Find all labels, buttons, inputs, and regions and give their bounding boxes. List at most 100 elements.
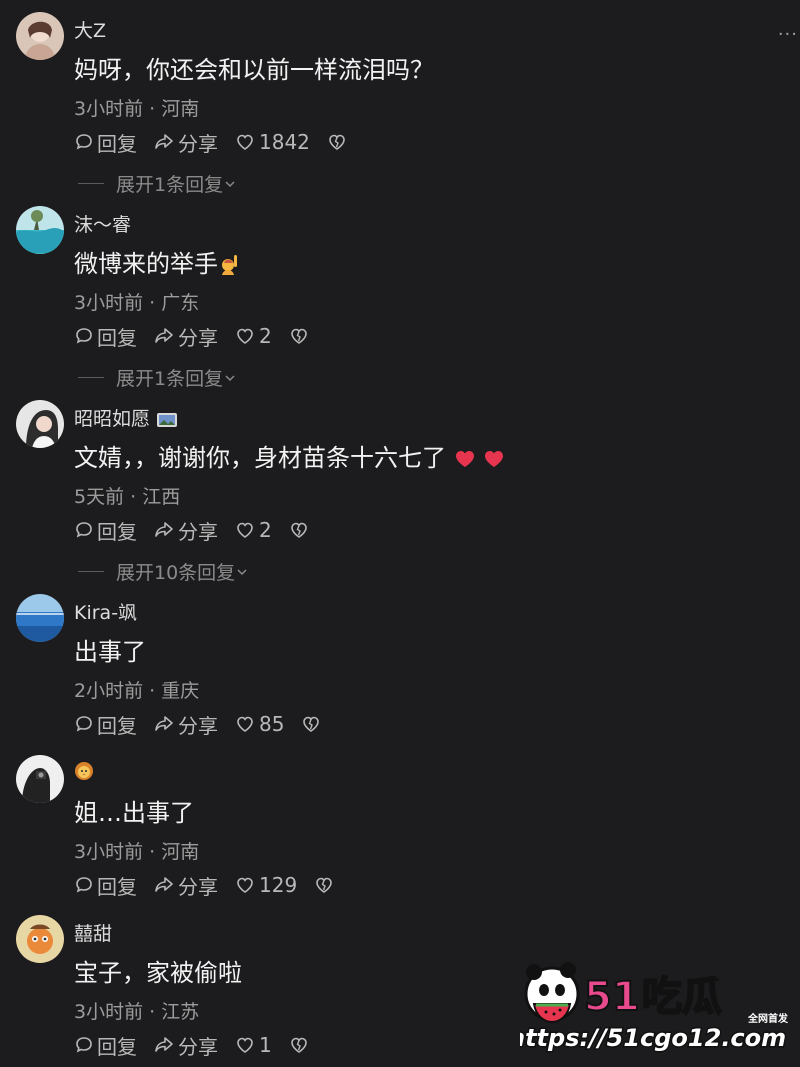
comment-text: 姐…出事了 bbox=[74, 799, 194, 827]
like-count: 2 bbox=[259, 518, 272, 542]
username[interactable]: Kira-飒 bbox=[74, 598, 137, 625]
heart-icon bbox=[237, 1037, 253, 1053]
avatar[interactable] bbox=[16, 400, 64, 448]
reply-button[interactable]: 回复 bbox=[74, 871, 137, 900]
divider-line bbox=[78, 571, 104, 572]
comment-meta: 3小时前 · 河南 bbox=[74, 98, 200, 120]
share-arrow-icon bbox=[155, 1037, 173, 1052]
dislike-button[interactable] bbox=[288, 520, 313, 540]
share-arrow-icon bbox=[155, 328, 173, 343]
watermark-brand: 吃瓜 bbox=[642, 974, 722, 1020]
dislike-button[interactable] bbox=[300, 714, 325, 734]
like-button[interactable]: 2 bbox=[234, 324, 272, 348]
share-label: 分享 bbox=[178, 1034, 218, 1059]
like-button[interactable]: 1 bbox=[234, 1033, 272, 1057]
comment-text: 妈呀，你还会和以前一样流泪吗？ bbox=[74, 56, 434, 84]
share-label: 分享 bbox=[178, 131, 218, 156]
like-button[interactable]: 129 bbox=[234, 873, 297, 897]
comment-actions: 回复 分享 1842 bbox=[74, 128, 367, 157]
share-label: 分享 bbox=[178, 325, 218, 350]
avatar[interactable] bbox=[16, 755, 64, 803]
comment-meta: 2小时前 · 重庆 bbox=[74, 680, 200, 702]
share-button[interactable]: 分享 bbox=[153, 516, 218, 545]
reply-label: 回复 bbox=[97, 713, 137, 738]
like-count: 1 bbox=[259, 1033, 272, 1057]
divider-line bbox=[78, 377, 104, 378]
comment-item: 昭昭如愿 文婧，，谢谢你，身材苗条十六七了 5天前 · 江西 回复 分享 2 展… bbox=[0, 400, 800, 590]
like-button[interactable]: 1842 bbox=[234, 130, 310, 154]
reply-label: 回复 bbox=[97, 325, 137, 350]
reply-bubble-icon bbox=[76, 877, 92, 893]
comment-meta: 5天前 · 江西 bbox=[74, 486, 181, 508]
username[interactable]: 大Z bbox=[74, 16, 106, 43]
raising-hand-emoji-icon bbox=[222, 255, 237, 275]
share-arrow-icon bbox=[155, 716, 173, 731]
username[interactable]: 沫～睿 bbox=[74, 210, 131, 237]
heart-icon bbox=[237, 134, 253, 150]
share-label: 分享 bbox=[178, 713, 218, 738]
reply-button[interactable]: 回复 bbox=[74, 128, 137, 157]
reply-bubble-icon bbox=[76, 1037, 92, 1053]
broken-heart-icon bbox=[290, 1037, 307, 1053]
broken-heart-icon bbox=[329, 134, 345, 150]
avatar[interactable] bbox=[16, 915, 64, 963]
expand-replies-button[interactable]: 展开1条回复 bbox=[78, 364, 237, 391]
expand-replies-button[interactable]: 展开10条回复 bbox=[78, 558, 249, 585]
share-label: 分享 bbox=[178, 874, 218, 899]
share-button[interactable]: 分享 bbox=[153, 128, 218, 157]
dislike-button[interactable] bbox=[288, 326, 313, 346]
reply-button[interactable]: 回复 bbox=[74, 1031, 137, 1060]
picture-emoji-icon bbox=[157, 412, 178, 427]
comment-actions: 回复 分享 85 bbox=[74, 710, 341, 739]
reply-bubble-icon bbox=[76, 134, 92, 150]
share-button[interactable]: 分享 bbox=[153, 322, 218, 351]
share-button[interactable]: 分享 bbox=[153, 710, 218, 739]
reply-label: 回复 bbox=[97, 1034, 137, 1059]
username[interactable] bbox=[74, 759, 94, 781]
reply-button[interactable]: 回复 bbox=[74, 710, 137, 739]
comment-item: Kira-飒 出事了 2小时前 · 重庆 回复 分享 85 bbox=[0, 594, 800, 744]
comment-item: 大Z 妈呀，你还会和以前一样流泪吗？ 3小时前 · 河南 回复 分享 1842 … bbox=[0, 12, 800, 202]
broken-heart-icon bbox=[290, 522, 307, 538]
expand-replies-button[interactable]: 展开1条回复 bbox=[78, 170, 237, 197]
expand-label: 展开10条回复 bbox=[116, 562, 236, 584]
comment-text: 微博来的举手 bbox=[74, 244, 240, 279]
comment-actions: 回复 分享 2 bbox=[74, 516, 329, 545]
username[interactable]: 囍甜 bbox=[74, 919, 112, 946]
comment-meta: 3小时前 · 江苏 bbox=[74, 1001, 200, 1023]
dislike-button[interactable] bbox=[326, 132, 351, 152]
share-label: 分享 bbox=[178, 519, 218, 544]
avatar[interactable] bbox=[16, 12, 64, 60]
comment-text: 宝子，家被偷啦 bbox=[74, 959, 242, 987]
username-text: 昭昭如愿 bbox=[74, 408, 151, 430]
watermark: 51 吃瓜 全网首发 https://51cgo12.com bbox=[507, 950, 800, 1063]
share-arrow-icon bbox=[155, 134, 173, 149]
reply-bubble-icon bbox=[76, 522, 92, 538]
reply-label: 回复 bbox=[97, 519, 137, 544]
dislike-button[interactable] bbox=[313, 875, 338, 895]
share-button[interactable]: 分享 bbox=[153, 1031, 218, 1060]
reply-button[interactable]: 回复 bbox=[74, 322, 137, 351]
divider-line bbox=[78, 183, 104, 184]
dislike-button[interactable] bbox=[288, 1035, 313, 1055]
heart-icon bbox=[237, 522, 253, 538]
heart-icon bbox=[237, 328, 253, 344]
comment-actions: 回复 分享 2 bbox=[74, 322, 329, 351]
reply-label: 回复 bbox=[97, 131, 137, 156]
heart-icon bbox=[237, 877, 253, 893]
broken-heart-icon bbox=[316, 877, 332, 893]
comment-text-content: 文婧，，谢谢你，身材苗条十六七了 bbox=[74, 444, 446, 472]
watermark-graphic: 51 吃瓜 全网首发 https://51cgo12.com bbox=[507, 962, 789, 1054]
avatar[interactable] bbox=[16, 594, 64, 642]
heart-icon bbox=[237, 716, 253, 732]
like-button[interactable]: 2 bbox=[234, 518, 272, 542]
panda-mascot-icon bbox=[524, 962, 580, 1024]
avatar[interactable] bbox=[16, 206, 64, 254]
like-button[interactable]: 85 bbox=[234, 712, 284, 736]
reply-button[interactable]: 回复 bbox=[74, 516, 137, 545]
like-count: 1842 bbox=[259, 130, 310, 154]
reply-bubble-icon bbox=[76, 328, 92, 344]
share-button[interactable]: 分享 bbox=[153, 871, 218, 900]
reply-label: 回复 bbox=[97, 874, 137, 899]
username[interactable]: 昭昭如愿 bbox=[74, 404, 178, 431]
